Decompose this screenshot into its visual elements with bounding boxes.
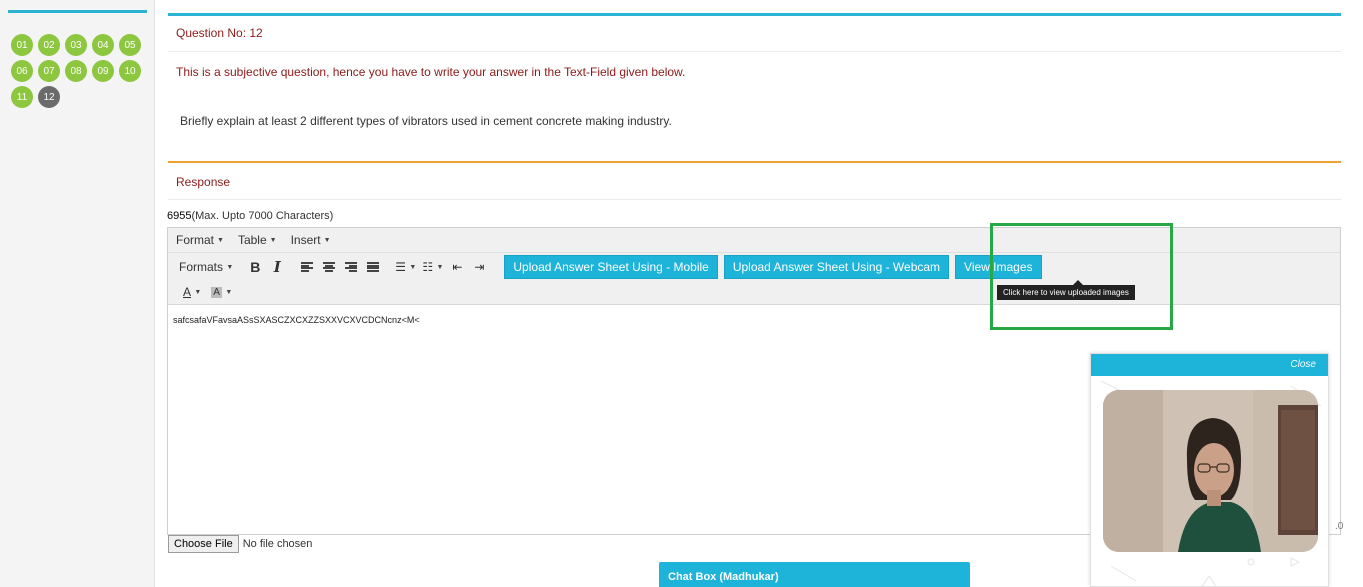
chat-box-header[interactable]: Chat Box (Madhukar) [659, 562, 970, 587]
menu-format-label: Format [176, 233, 215, 247]
caret-down-icon: ▼ [323, 236, 331, 244]
align-center-icon [323, 262, 336, 272]
menu-insert-label: Insert [290, 233, 321, 247]
align-left-button[interactable] [296, 256, 318, 278]
question-button-11[interactable]: 11 [11, 86, 33, 108]
menu-table[interactable]: Table ▼ [238, 233, 277, 247]
numbered-list-icon: ☷ [422, 260, 434, 274]
question-button-09[interactable]: 09 [92, 60, 114, 82]
view-images-button[interactable]: View Images [955, 255, 1042, 279]
menu-format[interactable]: Format ▼ [176, 233, 224, 247]
caret-down-icon: ▼ [194, 288, 202, 296]
align-right-button[interactable] [340, 256, 362, 278]
bullet-list-icon: ☰ [395, 260, 407, 274]
editor-menubar: Format ▼ Table ▼ Insert ▼ [168, 228, 1340, 253]
formats-label: Formats [179, 260, 224, 274]
toolbar-row-1: Formats ▼ B I ☰ ▼ ☷ ▼ ⇤ ⇥ Upload Answer … [168, 255, 1042, 279]
question-text: Briefly explain at least 2 different typ… [180, 114, 672, 128]
question-button-05[interactable]: 05 [119, 34, 141, 56]
caret-down-icon: ▼ [217, 236, 224, 244]
question-button-06[interactable]: 06 [11, 60, 33, 82]
formats-dropdown[interactable]: Formats ▼ [176, 256, 236, 278]
character-count: 6955 [167, 210, 192, 222]
align-left-icon [301, 262, 314, 272]
question-button-12[interactable]: 12 [38, 86, 60, 108]
question-button-04[interactable]: 04 [92, 34, 114, 56]
indent-button[interactable]: ⇥ [468, 256, 490, 278]
menu-insert[interactable]: Insert ▼ [291, 233, 331, 247]
question-button-03[interactable]: 03 [65, 34, 87, 56]
caret-down-icon: ▼ [226, 263, 234, 271]
editor-toolbar: Formats ▼ B I ☰ ▼ ☷ ▼ ⇤ ⇥ Upload Answer … [168, 253, 1340, 305]
indent-icon: ⇥ [474, 260, 485, 274]
align-justify-button[interactable] [362, 256, 384, 278]
webcam-popup: Close [1090, 353, 1329, 587]
upload-mobile-button[interactable]: Upload Answer Sheet Using - Mobile [504, 255, 718, 279]
bold-button[interactable]: B [244, 256, 266, 278]
align-justify-icon [367, 262, 380, 272]
bullet-list-button[interactable]: ☰ ▼ [392, 256, 419, 278]
question-palette-sidebar: 01 02 03 04 05 06 07 08 09 10 11 12 [0, 0, 155, 587]
caret-down-icon: ▼ [269, 236, 277, 244]
italic-button[interactable]: I [266, 256, 288, 278]
upload-webcam-button[interactable]: Upload Answer Sheet Using - Webcam [723, 255, 950, 279]
text-color-button[interactable]: A ▼ [180, 281, 204, 303]
file-status: No file chosen [242, 538, 313, 550]
question-panel: Question No: 12 This is a subjective que… [168, 13, 1341, 150]
view-images-tooltip: Click here to view uploaded images [997, 280, 1135, 300]
editor-content-area[interactable]: safcsafaVFavsaASsSXASCZXCXZZSXXVCXVCDCNc… [168, 305, 1340, 335]
file-upload-row: Choose File No file chosen [168, 535, 312, 553]
caret-down-icon: ▼ [225, 288, 233, 296]
webcam-header: Close [1091, 354, 1328, 376]
outdent-icon: ⇤ [452, 260, 463, 274]
webcam-video-feed [1103, 390, 1318, 552]
text-color-icon: A [183, 285, 192, 299]
choose-file-button[interactable]: Choose File [168, 535, 239, 553]
question-button-02[interactable]: 02 [38, 34, 60, 56]
response-heading: Response [168, 163, 1341, 200]
caret-down-icon: ▼ [409, 263, 417, 271]
background-color-button[interactable]: A ▼ [208, 281, 235, 303]
align-center-button[interactable] [318, 256, 340, 278]
character-counter: 6955(Max. Upto 7000 Characters) [167, 210, 333, 222]
background-color-icon: A [211, 286, 222, 298]
question-button-07[interactable]: 07 [38, 60, 60, 82]
numbered-list-button[interactable]: ☷ ▼ [419, 256, 446, 278]
align-right-icon [345, 262, 358, 272]
question-button-10[interactable]: 10 [119, 60, 141, 82]
toolbar-row-2: A ▼ A ▼ [168, 281, 235, 303]
webcam-person-image [1103, 390, 1318, 552]
question-button-01[interactable]: 01 [11, 34, 33, 56]
question-palette: 01 02 03 04 05 06 07 08 09 10 11 12 [11, 34, 146, 108]
question-instruction: This is a subjective question, hence you… [176, 65, 686, 79]
sidebar-top-line [8, 10, 147, 13]
character-limit: (Max. Upto 7000 Characters) [191, 210, 334, 222]
menu-table-label: Table [237, 233, 267, 247]
caret-down-icon: ▼ [436, 263, 444, 271]
question-number: Question No: 12 [168, 16, 1341, 52]
outdent-button[interactable]: ⇤ [446, 256, 468, 278]
edge-number: .0 [1335, 521, 1344, 532]
webcam-close-button[interactable]: Close [1290, 359, 1316, 370]
question-button-08[interactable]: 08 [65, 60, 87, 82]
